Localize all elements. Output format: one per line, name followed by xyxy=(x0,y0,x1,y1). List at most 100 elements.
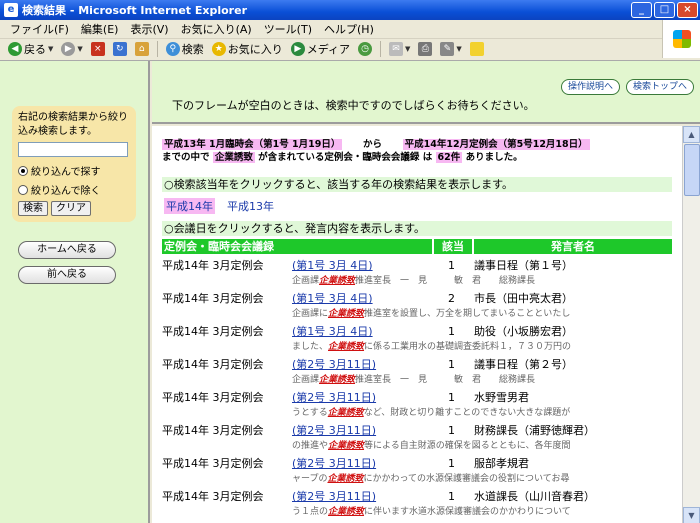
meeting-date-link[interactable]: (第2号 3月11日) xyxy=(292,423,376,438)
radio-exclude-row[interactable]: 絞り込んで除く xyxy=(18,182,130,197)
header-speaker: 発言者名 xyxy=(474,239,672,254)
radio-include-row[interactable]: 絞り込んで探す xyxy=(18,163,130,178)
forward-dropdown-icon[interactable]: ▼ xyxy=(77,45,82,53)
meeting-date-link[interactable]: (第2号 3月11日) xyxy=(292,357,376,372)
snippet: 企画課に企業誘致推進室を設置し、万全を期してまいることといたし xyxy=(292,308,570,320)
edit-button[interactable]: ✎ ▼ xyxy=(438,42,463,56)
scroll-thumb[interactable] xyxy=(684,144,700,196)
menu-bar: ファイル(F) 編集(E) 表示(V) お気に入り(A) ツール(T) ヘルプ(… xyxy=(0,20,700,39)
snippet: ました、企業誘致に係る工業用水の基礎調査委託料１，７３０万円の xyxy=(292,341,571,353)
meeting-name: 平成14年 3月定例会 xyxy=(162,358,264,371)
criteria-text-b: が含まれている定例会・臨時会会議録 xyxy=(258,152,420,163)
mail-icon: ✉ xyxy=(389,42,404,56)
table-row: 平成14年 3月定例会 (第1号 3月 4日) 1 議事日程（第１号） 企画課企業誘致推… xyxy=(162,258,682,291)
table-row: 平成14年 3月定例会 (第2号 3月11日) 1 議事日程（第２号） 企画課企業誘致推… xyxy=(162,357,682,390)
home-return-button[interactable]: ホームへ戻る xyxy=(18,241,116,259)
home-button[interactable]: ⌂ xyxy=(133,42,151,56)
window-titlebar: e 検索結果 - Microsoft Internet Explorer _ □… xyxy=(0,0,700,20)
menu-help[interactable]: ヘルプ(H) xyxy=(318,21,380,37)
row-main: 平成14年 3月定例会 (第2号 3月11日) 1 水野雪男君 xyxy=(162,390,682,405)
meeting-date-link[interactable]: (第1号 3月 4日) xyxy=(292,258,373,273)
toolbar-separator xyxy=(380,41,382,57)
back-dropdown-icon[interactable]: ▼ xyxy=(48,45,53,53)
minimize-button[interactable]: _ xyxy=(631,2,652,18)
criteria-to: 平成14年12月定例会（第5号12月18日） xyxy=(402,139,590,150)
refine-search-button[interactable]: 検索 xyxy=(18,201,48,216)
menu-view[interactable]: 表示(V) xyxy=(124,21,174,37)
scroll-up-icon[interactable]: ▲ xyxy=(683,126,700,143)
history-button[interactable]: ◷ xyxy=(356,42,374,56)
loading-message: 下のフレームが空白のときは、検索中ですのでしばらくお待ちください。 xyxy=(172,99,535,112)
media-label: メディア xyxy=(306,43,351,56)
date-instruction: ○会議日をクリックすると、発言内容を表示します。 xyxy=(162,221,672,236)
refresh-button[interactable]: ↻ xyxy=(111,42,129,56)
forward-button[interactable]: ▶ ▼ xyxy=(59,42,84,56)
refine-input[interactable] xyxy=(18,142,128,157)
meeting-name: 平成14年 3月定例会 xyxy=(162,391,264,404)
criteria-text-a: までの中で xyxy=(162,152,210,163)
menu-tools[interactable]: ツール(T) xyxy=(258,21,318,37)
menu-edit[interactable]: 編集(E) xyxy=(75,21,125,37)
search-button[interactable]: ⚲ 検索 xyxy=(164,41,206,57)
snippet-before: う１点の xyxy=(292,507,329,517)
refine-buttons: 検索 クリア xyxy=(18,201,130,216)
meeting-date-link[interactable]: (第1号 3月 4日) xyxy=(292,291,373,306)
criteria-line-1: 平成13年 1月臨時会（第1号 1月19日） から 平成14年12月定例会（第5… xyxy=(162,138,672,151)
back-button[interactable]: ◀ 戻る ▼ xyxy=(6,41,55,57)
media-button[interactable]: ▶ メディア xyxy=(289,41,352,57)
hit-count: 1 xyxy=(448,325,455,338)
refresh-icon: ↻ xyxy=(112,42,127,56)
close-button[interactable]: × xyxy=(677,2,698,18)
year-links: 平成14年 平成13年 xyxy=(164,198,276,214)
radio-include-label: 絞り込んで探す xyxy=(31,167,101,178)
meeting-name: 平成14年 3月定例会 xyxy=(162,292,264,305)
previous-button[interactable]: 前へ戻る xyxy=(18,266,116,284)
radio-include[interactable] xyxy=(18,165,28,176)
speaker-name: 水野雪男君 xyxy=(474,391,529,404)
mail-dropdown-icon[interactable]: ▼ xyxy=(405,45,410,53)
print-icon: ⎙ xyxy=(418,42,433,56)
radio-exclude[interactable] xyxy=(18,184,28,195)
snippet-keyword: 企業誘致 xyxy=(328,441,365,451)
snippet-after: 等による自主財源の確保を図るとともに、各年度間 xyxy=(364,441,571,451)
criteria-from-word: から xyxy=(363,139,383,150)
menu-favorites[interactable]: お気に入り(A) xyxy=(175,21,258,37)
snippet-before: うとする xyxy=(292,408,328,418)
frameset: 右記の検索結果から絞り込み検索します。 絞り込んで探す 絞り込んで除く 検索 ク… xyxy=(0,60,700,523)
refine-clear-button[interactable]: クリア xyxy=(51,201,91,216)
left-frame: 右記の検索結果から絞り込み検索します。 絞り込んで探す 絞り込んで除く 検索 ク… xyxy=(0,61,150,523)
print-button[interactable]: ⎙ xyxy=(416,42,434,56)
hit-count: 2 xyxy=(448,292,455,305)
search-icon: ⚲ xyxy=(165,42,180,56)
snippet-keyword: 企業誘致 xyxy=(319,276,356,286)
meeting-date-link[interactable]: (第2号 3月11日) xyxy=(292,390,376,405)
stop-button[interactable]: × xyxy=(89,42,107,56)
ie-icon: e xyxy=(4,3,18,17)
edit-dropdown-icon[interactable]: ▼ xyxy=(456,45,461,53)
refine-panel: 右記の検索結果から絞り込み検索します。 絞り込んで探す 絞り込んで除く 検索 ク… xyxy=(12,106,136,222)
scroll-down-icon[interactable]: ▼ xyxy=(683,507,700,523)
history-icon: ◷ xyxy=(358,42,373,56)
year-link-h13[interactable]: 平成13年 xyxy=(225,198,276,214)
favorites-button[interactable]: ★ お気に入り xyxy=(210,41,285,57)
manual-button[interactable]: 操作説明へ xyxy=(560,79,620,95)
meeting-date-link[interactable]: (第2号 3月11日) xyxy=(292,489,376,504)
menu-file[interactable]: ファイル(F) xyxy=(4,21,75,37)
snippet-after: に伴います水道水源保護審議会のかかわりについて xyxy=(364,507,571,517)
results-scrollbar[interactable]: ▲ ▼ xyxy=(682,126,700,523)
snippet: 企画課企業誘致推進室長 一 見 敏 君 総務課長 xyxy=(292,275,535,287)
year-link-h14[interactable]: 平成14年 xyxy=(164,198,215,214)
mail-button[interactable]: ✉ ▼ xyxy=(387,42,412,56)
meeting-date-link[interactable]: (第2号 3月11日) xyxy=(292,456,376,471)
search-top-button[interactable]: 検索トップへ xyxy=(625,79,694,95)
table-row: 平成14年 3月定例会 (第2号 3月11日) 1 水道課長（山川音春君） う１点の企業… xyxy=(162,489,682,522)
top-nav-buttons: 操作説明へ 検索トップへ xyxy=(560,79,694,95)
row-main: 平成14年 3月定例会 (第2号 3月11日) 1 服部孝規君 xyxy=(162,456,682,471)
speaker-name: 助役（小坂勝宏君） xyxy=(474,325,573,338)
windows-logo xyxy=(662,20,700,58)
maximize-button[interactable]: □ xyxy=(654,2,675,18)
notes-button[interactable] xyxy=(468,42,486,56)
hit-count: 1 xyxy=(448,424,455,437)
meeting-date-link[interactable]: (第1号 3月 4日) xyxy=(292,324,373,339)
snippet-keyword: 企業誘致 xyxy=(327,408,364,418)
